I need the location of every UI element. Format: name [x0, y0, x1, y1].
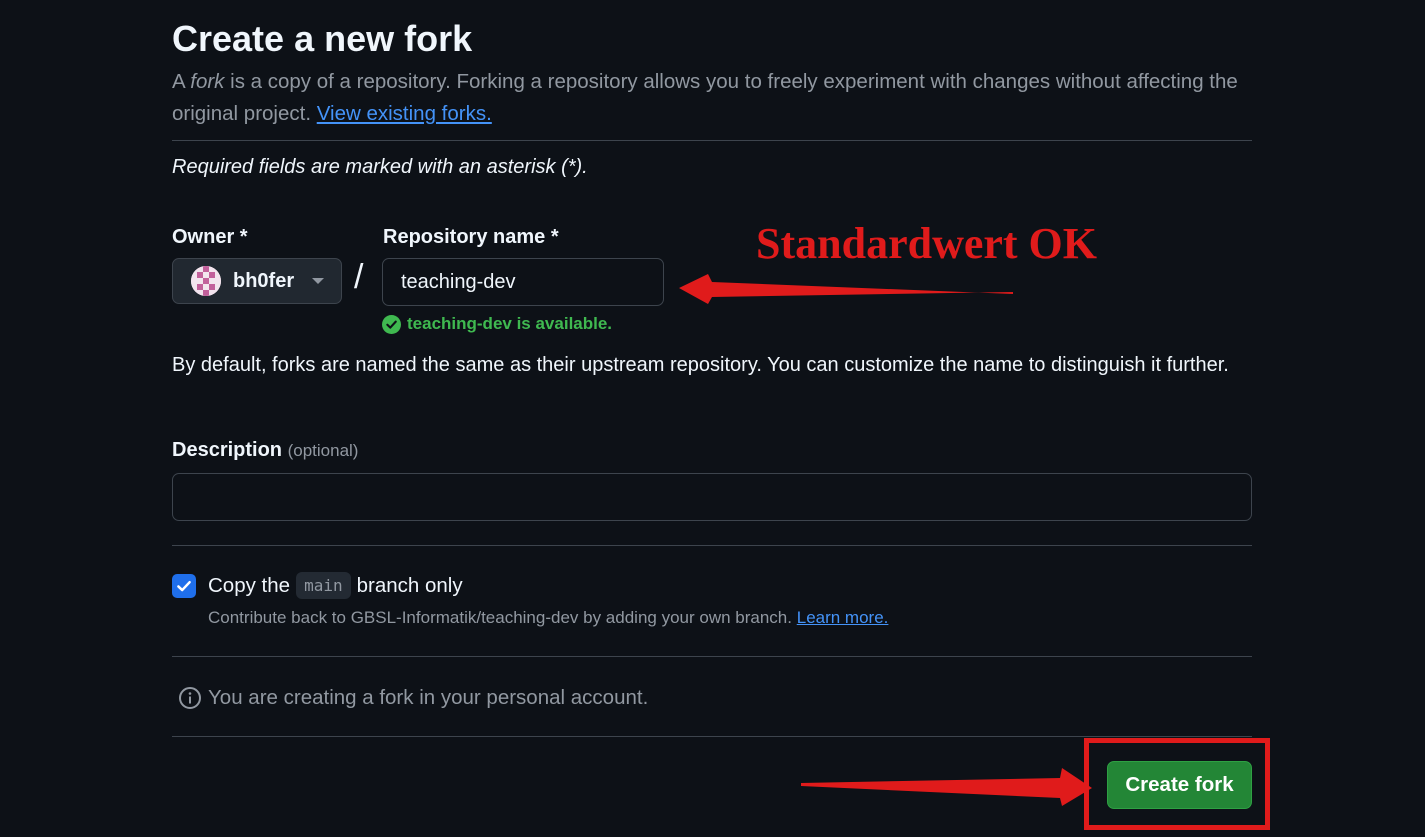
check-icon — [177, 580, 191, 592]
copy-branch-hint: Contribute back to GBSL-Informatik/teach… — [208, 608, 888, 628]
annotation-text: Standardwert OK — [756, 219, 1097, 268]
info-icon — [179, 687, 201, 709]
copy-branch-label-after: branch only — [356, 573, 463, 597]
owner-repo-separator: / — [354, 258, 364, 296]
repository-name-input[interactable] — [382, 258, 664, 306]
availability-status: teaching-dev is available. — [382, 314, 612, 334]
page-subtitle: A fork is a copy of a repository. Forkin… — [172, 66, 1252, 130]
annotation-arrow — [801, 768, 1092, 806]
description-label: Description (optional) — [172, 439, 358, 462]
owner-select-button[interactable]: bh0fer — [172, 258, 342, 304]
page-title: Create a new fork — [172, 18, 473, 59]
branch-name-code: main — [296, 572, 351, 599]
subtitle-prefix: A — [172, 70, 191, 93]
info-text: You are creating a fork in your personal… — [208, 686, 649, 709]
description-input[interactable] — [172, 473, 1252, 521]
availability-text: teaching-dev is available. — [407, 314, 613, 333]
repository-name-label: Repository name * — [383, 226, 559, 248]
required-fields-note: Required fields are marked with an aster… — [172, 156, 588, 178]
divider — [172, 656, 1252, 657]
fork-naming-hint: By default, forks are named the same as … — [172, 354, 1229, 376]
copy-branch-hint-text: Contribute back to GBSL-Informatik/teach… — [208, 608, 792, 627]
copy-branch-label-before: Copy the — [208, 573, 291, 597]
fork-page: Create a new fork A fork is a copy of a … — [0, 0, 1425, 837]
owner-name: bh0fer — [233, 269, 295, 292]
check-circle-icon — [382, 314, 401, 334]
optional-tag: (optional) — [287, 441, 359, 460]
view-existing-forks-link[interactable]: View existing forks. — [317, 102, 492, 125]
triangle-down-icon — [312, 278, 325, 284]
learn-more-link[interactable]: Learn more. — [797, 608, 889, 627]
annotation-highlight-box — [1084, 738, 1270, 830]
description-label-text: Description — [172, 439, 283, 461]
personal-account-info: You are creating a fork in your personal… — [178, 686, 648, 710]
subtitle-emphasis: fork — [190, 70, 225, 93]
copy-main-branch-checkbox[interactable] — [172, 574, 196, 598]
copy-branch-label: Copy the main branch only — [208, 572, 463, 599]
annotation-arrow — [679, 274, 1013, 304]
divider — [172, 736, 1252, 737]
avatar — [191, 266, 221, 296]
owner-label: Owner * — [172, 226, 248, 248]
divider — [172, 545, 1252, 546]
divider — [172, 140, 1252, 141]
